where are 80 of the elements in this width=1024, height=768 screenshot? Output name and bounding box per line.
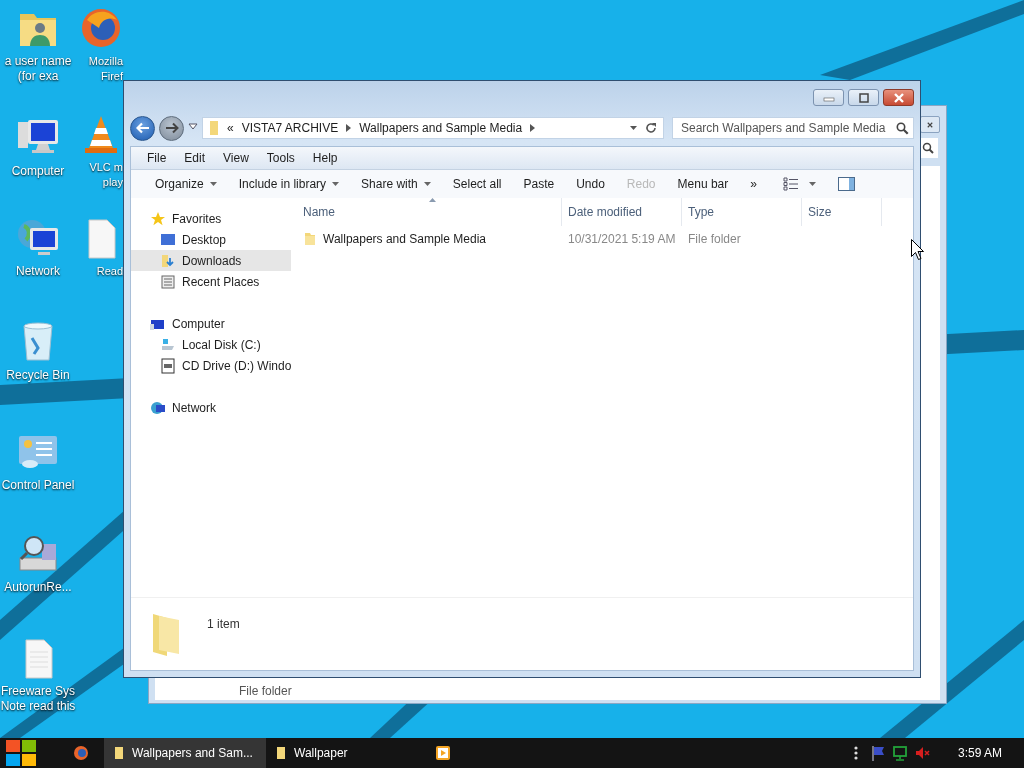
nav-item[interactable]: Downloads [131,250,291,271]
file-name[interactable]: Wallpapers and Sample Media [323,232,486,246]
flag-icon[interactable] [869,745,886,761]
download-folder-icon [160,252,176,269]
search-icon[interactable] [896,121,909,135]
pane-icon [837,177,855,191]
toolbar-button[interactable]: » [740,174,767,194]
nav-group[interactable]: Favorites [131,208,291,229]
caret-icon [808,182,816,186]
menu-item[interactable]: Help [304,149,346,167]
close-button[interactable] [883,89,914,106]
preview-pane-button[interactable] [835,175,857,193]
toolbar-button[interactable]: Organize [145,174,227,194]
column-header[interactable]: Type [682,198,802,226]
nav-item[interactable]: Desktop [131,229,291,250]
triangle-right-icon[interactable] [346,124,352,132]
nav-group[interactable]: Computer [131,313,291,334]
column-header[interactable]: Date modified [562,198,682,226]
caret-icon [209,182,217,186]
caret-icon [423,182,431,186]
address-bar[interactable]: « VISTA7 ARCHIVE Wallpapers and Sample Media [202,117,664,139]
caret-icon [332,182,340,186]
toolbar-button[interactable]: Share with [351,174,441,194]
refresh-icon[interactable] [645,122,657,134]
star-icon [150,210,166,227]
browser-globe-icon[interactable] [73,745,89,761]
menu-item[interactable]: File [139,149,175,167]
close-icon [927,120,933,129]
breadcrumb[interactable]: Wallpapers and Sample Media [359,121,523,135]
maximize-button[interactable] [848,89,879,106]
desktop-icon [160,231,176,248]
triangle-right-icon[interactable] [530,124,536,132]
drive-icon [160,336,176,353]
toolbar-button[interactable]: Select all [442,174,512,194]
sort-arrow-icon [429,198,436,202]
arrow-left-icon [135,122,150,134]
type-text: File folder [238,684,293,698]
folder-icon [114,746,124,760]
forward-button[interactable] [159,115,184,141]
nav-item[interactable]: Recent Places [131,271,291,292]
speaker-muted-icon[interactable] [913,745,930,761]
column-header[interactable]: Name [297,198,562,226]
windows-logo-icon [6,740,36,766]
taskbar-button[interactable]: Wallpaper [266,738,420,768]
menu-item[interactable]: Edit [176,149,214,167]
nav-item[interactable]: CD Drive (D:) Windo [131,355,291,376]
menu-item[interactable]: Tools [258,149,303,167]
overflow-chevron[interactable]: « [227,121,234,135]
toolbar-button[interactable]: Undo [566,174,615,194]
taskbar-button[interactable]: Wallpapers and Sam... [104,738,266,768]
item-count: 1 item [207,617,240,631]
type-cell-text: File folder [687,232,742,246]
recent-places-icon [160,273,176,290]
column-header[interactable]: Size [802,198,882,226]
caret-icon [188,123,198,130]
list-view-icon [782,177,799,191]
search-icon[interactable] [922,142,934,154]
cd-drive-icon [160,357,176,374]
maximize-icon [856,91,871,104]
monitor-icon[interactable] [891,745,908,761]
toolbar-button[interactable]: Paste [513,174,565,194]
folder-icon [276,746,286,760]
close-icon [891,91,906,104]
globe-icon [150,399,166,416]
nav-group[interactable]: Network [131,397,291,418]
minimize-button[interactable] [813,89,844,106]
toolbar-button[interactable]: Menu bar [667,174,739,194]
folder-icon [209,120,219,136]
date-cell-text: 10/31/2021 5:19 AM [567,232,677,246]
search-field[interactable]: Search Wallpapers and Sample Media [672,117,914,139]
media-player-icon[interactable] [435,745,451,761]
menu-item[interactable]: View [215,149,257,167]
clock[interactable]: 3:59 AM [957,746,1002,760]
arrow-right-icon [164,122,179,134]
nav-item[interactable]: Local Disk (C:) [131,334,291,355]
browser-globe-icon[interactable] [79,6,123,50]
back-button[interactable] [130,115,155,141]
breadcrumb[interactable]: VISTA7 ARCHIVE [241,121,339,135]
toolbar-button[interactable]: Include in library [228,174,350,194]
caret-icon[interactable] [630,126,637,130]
